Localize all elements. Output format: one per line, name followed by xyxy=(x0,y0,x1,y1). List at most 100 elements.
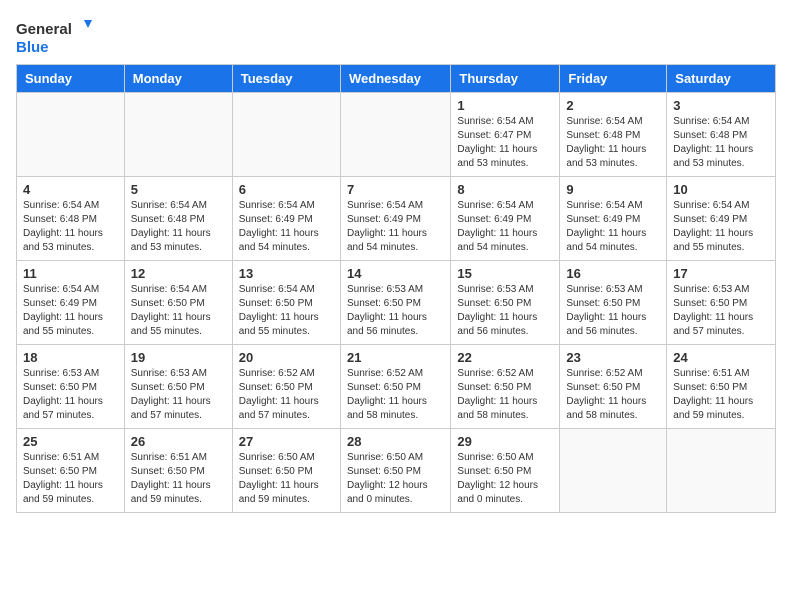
calendar-cell xyxy=(17,93,125,177)
day-number: 23 xyxy=(566,350,660,365)
day-info: Sunrise: 6:54 AM Sunset: 6:48 PM Dayligh… xyxy=(131,199,226,255)
calendar-cell: 18 Sunrise: 6:53 AM Sunset: 6:50 PM Dayli… xyxy=(17,345,125,429)
calendar-cell: 14 Sunrise: 6:53 AM Sunset: 6:50 PM Dayli… xyxy=(340,261,450,345)
header: General Blue xyxy=(16,16,776,56)
day-info: Sunrise: 6:54 AM Sunset: 6:50 PM Dayligh… xyxy=(239,283,334,339)
day-info: Sunrise: 6:52 AM Sunset: 6:50 PM Dayligh… xyxy=(347,367,444,423)
day-number: 25 xyxy=(23,434,118,449)
calendar-cell: 23 Sunrise: 6:52 AM Sunset: 6:50 PM Dayli… xyxy=(560,345,667,429)
day-info: Sunrise: 6:54 AM Sunset: 6:48 PM Dayligh… xyxy=(566,115,660,171)
calendar-cell: 1 Sunrise: 6:54 AM Sunset: 6:47 PM Daylig… xyxy=(451,93,560,177)
calendar-cell: 5 Sunrise: 6:54 AM Sunset: 6:48 PM Daylig… xyxy=(124,177,232,261)
day-number: 26 xyxy=(131,434,226,449)
day-number: 21 xyxy=(347,350,444,365)
svg-text:General: General xyxy=(16,21,72,38)
day-info: Sunrise: 6:54 AM Sunset: 6:47 PM Dayligh… xyxy=(457,115,553,171)
week-row-5: 25 Sunrise: 6:51 AM Sunset: 6:50 PM Dayli… xyxy=(17,429,776,513)
calendar-cell: 10Sunrise: 6:54 AM Sunset: 6:49 PM Dayli… xyxy=(667,177,776,261)
day-info: Sunrise: 6:52 AM Sunset: 6:50 PM Dayligh… xyxy=(566,367,660,423)
week-row-2: 4Sunrise: 6:54 AM Sunset: 6:48 PM Daylig… xyxy=(17,177,776,261)
day-number: 7 xyxy=(347,182,444,197)
calendar: SundayMondayTuesdayWednesdayThursdayFrid… xyxy=(16,64,776,513)
weekday-header-saturday: Saturday xyxy=(667,65,776,93)
day-info: Sunrise: 6:53 AM Sunset: 6:50 PM Dayligh… xyxy=(457,283,553,339)
day-info: Sunrise: 6:50 AM Sunset: 6:50 PM Dayligh… xyxy=(347,451,444,507)
calendar-cell: 2 Sunrise: 6:54 AM Sunset: 6:48 PM Daylig… xyxy=(560,93,667,177)
day-number: 24 xyxy=(673,350,769,365)
day-number: 13 xyxy=(239,266,334,281)
calendar-cell: 21 Sunrise: 6:52 AM Sunset: 6:50 PM Dayli… xyxy=(340,345,450,429)
calendar-cell: 8 Sunrise: 6:54 AM Sunset: 6:49 PM Daylig… xyxy=(451,177,560,261)
calendar-cell: 26 Sunrise: 6:51 AM Sunset: 6:50 PM Dayli… xyxy=(124,429,232,513)
day-number: 20 xyxy=(239,350,334,365)
calendar-cell xyxy=(340,93,450,177)
calendar-cell: 19Sunrise: 6:53 AM Sunset: 6:50 PM Dayli… xyxy=(124,345,232,429)
day-number: 1 xyxy=(457,98,553,113)
weekday-header-sunday: Sunday xyxy=(17,65,125,93)
day-info: Sunrise: 6:54 AM Sunset: 6:48 PM Dayligh… xyxy=(673,115,769,171)
weekday-header-thursday: Thursday xyxy=(451,65,560,93)
day-number: 11 xyxy=(23,266,118,281)
logo-svg: General Blue xyxy=(16,16,96,56)
day-info: Sunrise: 6:54 AM Sunset: 6:49 PM Dayligh… xyxy=(23,283,118,339)
day-info: Sunrise: 6:52 AM Sunset: 6:50 PM Dayligh… xyxy=(457,367,553,423)
day-number: 2 xyxy=(566,98,660,113)
day-number: 27 xyxy=(239,434,334,449)
day-info: Sunrise: 6:50 AM Sunset: 6:50 PM Dayligh… xyxy=(457,451,553,507)
day-number: 18 xyxy=(23,350,118,365)
calendar-cell: 15 Sunrise: 6:53 AM Sunset: 6:50 PM Dayli… xyxy=(451,261,560,345)
day-info: Sunrise: 6:53 AM Sunset: 6:50 PM Dayligh… xyxy=(347,283,444,339)
day-info: Sunrise: 6:53 AM Sunset: 6:50 PM Dayligh… xyxy=(23,367,118,423)
calendar-cell: 22 Sunrise: 6:52 AM Sunset: 6:50 PM Dayli… xyxy=(451,345,560,429)
day-number: 28 xyxy=(347,434,444,449)
weekday-header-monday: Monday xyxy=(124,65,232,93)
calendar-cell: 25Sunrise: 6:51 AM Sunset: 6:50 PM Dayli… xyxy=(17,429,125,513)
day-info: Sunrise: 6:52 AM Sunset: 6:50 PM Dayligh… xyxy=(239,367,334,423)
day-info: Sunrise: 6:54 AM Sunset: 6:49 PM Dayligh… xyxy=(347,199,444,255)
calendar-cell: 20 Sunrise: 6:52 AM Sunset: 6:50 PM Dayli… xyxy=(232,345,340,429)
weekday-header-friday: Friday xyxy=(560,65,667,93)
calendar-cell: 13 Sunrise: 6:54 AM Sunset: 6:50 PM Dayli… xyxy=(232,261,340,345)
day-number: 22 xyxy=(457,350,553,365)
svg-text:Blue: Blue xyxy=(16,39,49,56)
day-number: 3 xyxy=(673,98,769,113)
day-info: Sunrise: 6:51 AM Sunset: 6:50 PM Dayligh… xyxy=(131,451,226,507)
day-info: Sunrise: 6:54 AM Sunset: 6:49 PM Dayligh… xyxy=(239,199,334,255)
day-number: 16 xyxy=(566,266,660,281)
calendar-cell xyxy=(667,429,776,513)
day-info: Sunrise: 6:54 AM Sunset: 6:49 PM Dayligh… xyxy=(457,199,553,255)
day-number: 10 xyxy=(673,182,769,197)
calendar-cell xyxy=(560,429,667,513)
week-row-1: 1 Sunrise: 6:54 AM Sunset: 6:47 PM Daylig… xyxy=(17,93,776,177)
logo: General Blue xyxy=(16,16,96,56)
day-number: 5 xyxy=(131,182,226,197)
day-number: 12 xyxy=(131,266,226,281)
day-number: 14 xyxy=(347,266,444,281)
day-number: 8 xyxy=(457,182,553,197)
calendar-cell: 7 Sunrise: 6:54 AM Sunset: 6:49 PM Daylig… xyxy=(340,177,450,261)
day-info: Sunrise: 6:51 AM Sunset: 6:50 PM Dayligh… xyxy=(673,367,769,423)
day-info: Sunrise: 6:53 AM Sunset: 6:50 PM Dayligh… xyxy=(566,283,660,339)
day-number: 6 xyxy=(239,182,334,197)
calendar-cell: 3 Sunrise: 6:54 AM Sunset: 6:48 PM Daylig… xyxy=(667,93,776,177)
calendar-cell xyxy=(124,93,232,177)
calendar-cell: 24 Sunrise: 6:51 AM Sunset: 6:50 PM Dayli… xyxy=(667,345,776,429)
day-number: 15 xyxy=(457,266,553,281)
calendar-cell: 12Sunrise: 6:54 AM Sunset: 6:50 PM Dayli… xyxy=(124,261,232,345)
week-row-3: 11 Sunrise: 6:54 AM Sunset: 6:49 PM Dayli… xyxy=(17,261,776,345)
day-info: Sunrise: 6:54 AM Sunset: 6:49 PM Dayligh… xyxy=(566,199,660,255)
calendar-cell: 28 Sunrise: 6:50 AM Sunset: 6:50 PM Dayli… xyxy=(340,429,450,513)
calendar-cell: 9 Sunrise: 6:54 AM Sunset: 6:49 PM Daylig… xyxy=(560,177,667,261)
day-number: 29 xyxy=(457,434,553,449)
day-number: 19 xyxy=(131,350,226,365)
calendar-cell: 6 Sunrise: 6:54 AM Sunset: 6:49 PM Daylig… xyxy=(232,177,340,261)
calendar-cell: 27Sunrise: 6:50 AM Sunset: 6:50 PM Dayli… xyxy=(232,429,340,513)
calendar-cell: 11 Sunrise: 6:54 AM Sunset: 6:49 PM Dayli… xyxy=(17,261,125,345)
weekday-header-wednesday: Wednesday xyxy=(340,65,450,93)
day-number: 9 xyxy=(566,182,660,197)
calendar-cell xyxy=(232,93,340,177)
day-info: Sunrise: 6:53 AM Sunset: 6:50 PM Dayligh… xyxy=(673,283,769,339)
calendar-cell: 29 Sunrise: 6:50 AM Sunset: 6:50 PM Dayli… xyxy=(451,429,560,513)
day-info: Sunrise: 6:54 AM Sunset: 6:48 PM Dayligh… xyxy=(23,199,118,255)
calendar-cell: 16 Sunrise: 6:53 AM Sunset: 6:50 PM Dayli… xyxy=(560,261,667,345)
